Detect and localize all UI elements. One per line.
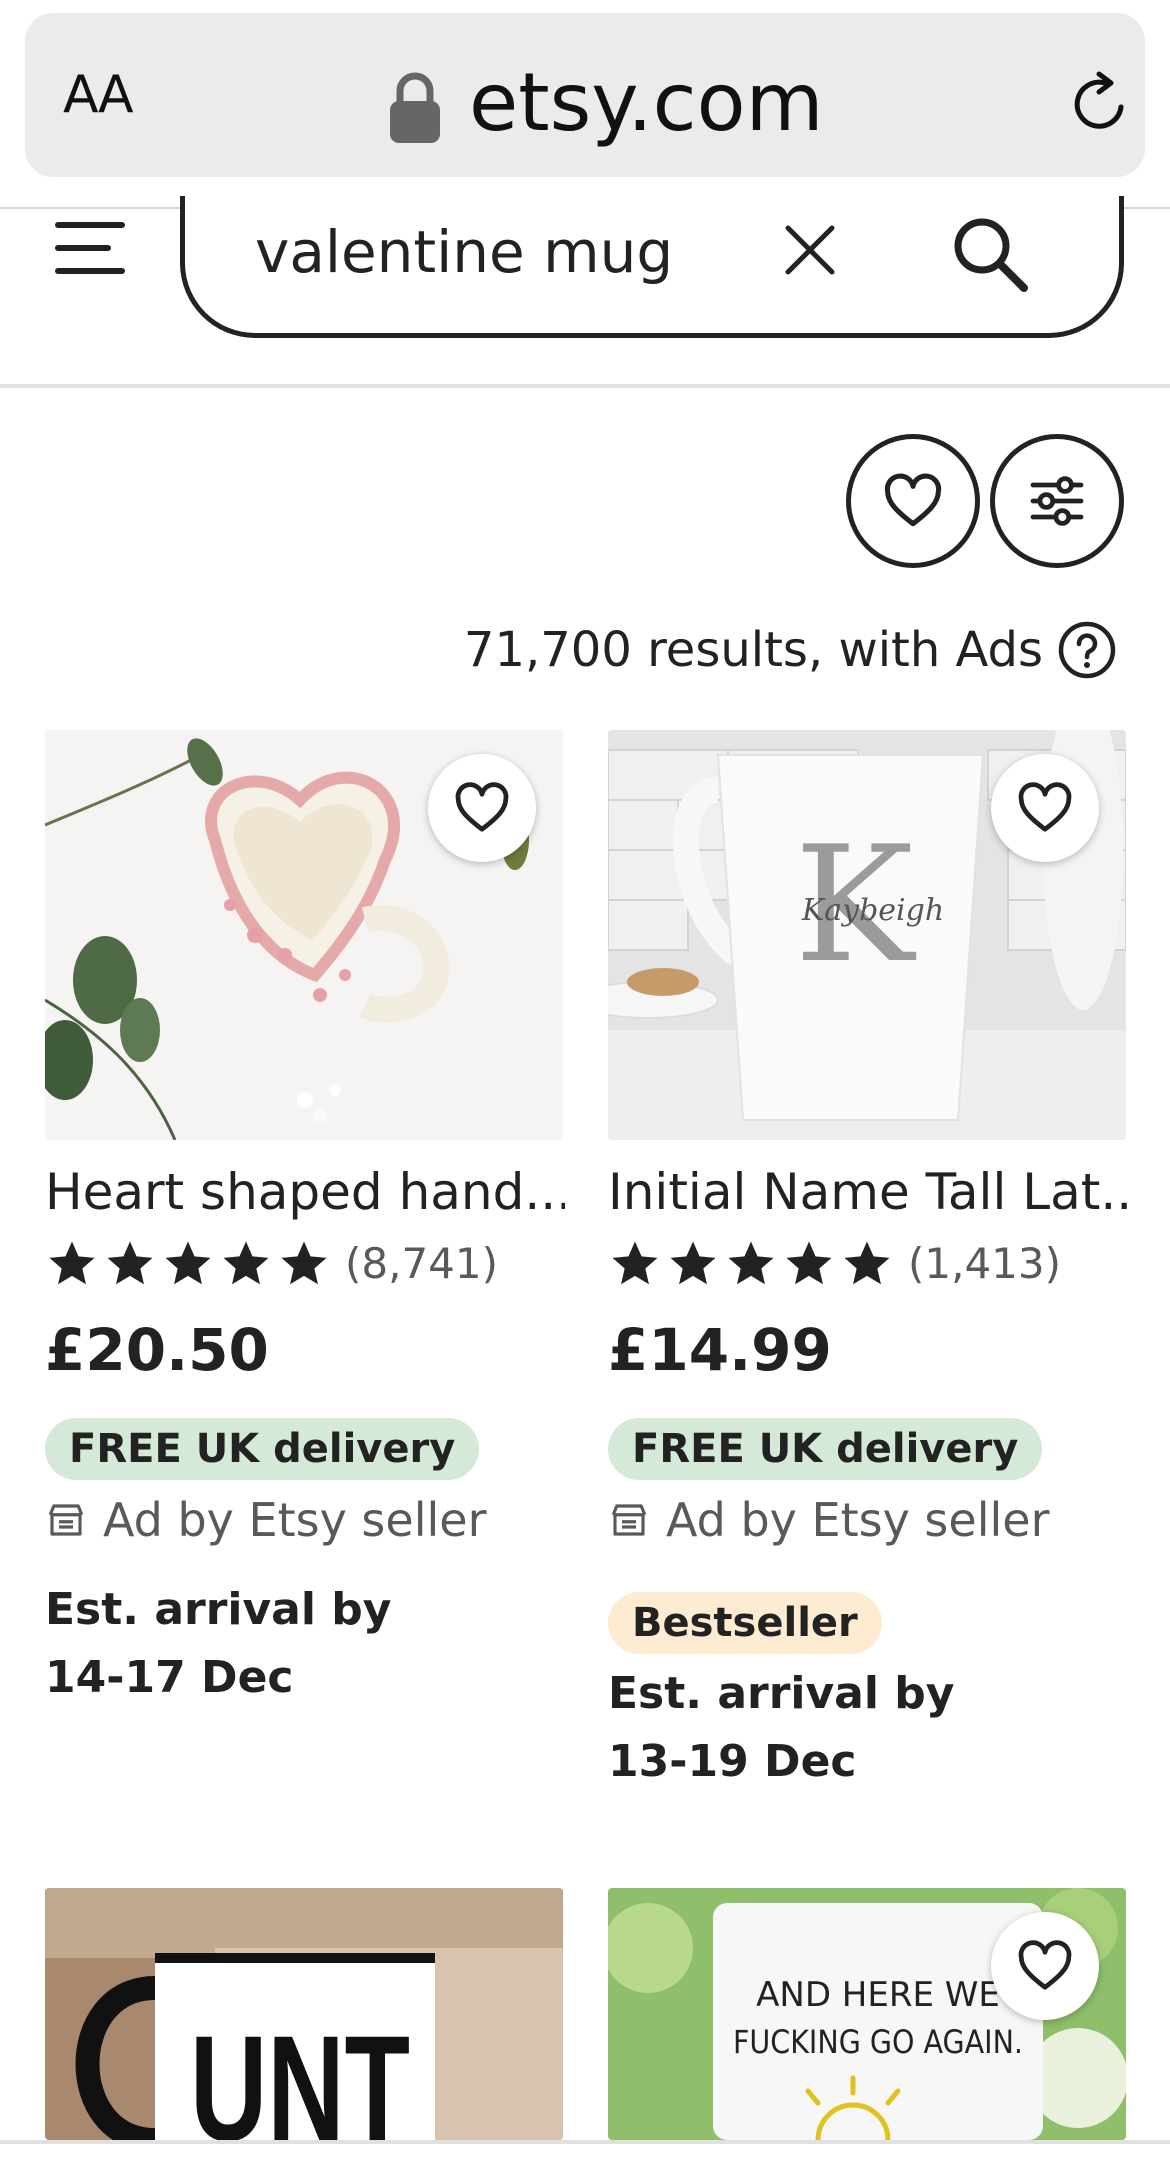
listing-title[interactable]: Heart shaped hand... (45, 1160, 565, 1224)
filter-icon (1030, 476, 1084, 526)
arrival-label: Est. arrival by (45, 1584, 392, 1635)
star-icon (786, 1241, 832, 1285)
rating: (1,413) (608, 1234, 1061, 1294)
browser-toolbar: AA etsy.com (0, 0, 1170, 209)
shop-icon (611, 1504, 647, 1536)
seller-text: Ad by Etsy seller (666, 1493, 1050, 1547)
hamburger-line (55, 222, 125, 228)
arrival-dates: 14-17 Dec (45, 1652, 294, 1703)
favorite-button[interactable] (428, 754, 536, 862)
estimated-arrival: Est. arrival by 13-19 Dec (608, 1660, 1128, 1796)
bottom-divider (0, 2140, 1170, 2144)
rating: (8,741) (45, 1234, 498, 1294)
lock-icon (390, 72, 440, 143)
listing-price: £20.50 (45, 1316, 269, 1384)
mug-name-text: Kaybeigh (801, 893, 944, 928)
listing-image[interactable]: UNT (45, 1888, 563, 2140)
results-summary: 71,700 results, with Ads (464, 616, 1117, 684)
star-icon (223, 1241, 269, 1285)
mug-slogan-line2: FUCKING GO AGAIN. (733, 2023, 1023, 2061)
star-icon (49, 1241, 95, 1285)
ad-seller-label: Ad by Etsy seller (45, 1488, 486, 1552)
star-rating (45, 1237, 331, 1291)
free-delivery-badge: FREE UK delivery (45, 1418, 480, 1480)
menu-button[interactable] (55, 222, 125, 274)
help-icon[interactable] (1057, 620, 1117, 680)
mug-print-text: UNT (190, 2004, 410, 2140)
listing-price: £14.99 (608, 1316, 832, 1384)
star-icon (165, 1241, 211, 1285)
results-count: 71,700 results, with Ads (463, 622, 1043, 678)
listing-image[interactable] (45, 730, 563, 1140)
star-icon (281, 1241, 327, 1285)
free-delivery-badge: FREE UK delivery (608, 1418, 1043, 1480)
star-icon (728, 1241, 774, 1285)
review-count: (1,413) (908, 1239, 1062, 1288)
heart-icon (1018, 782, 1072, 832)
shop-icon (48, 1504, 84, 1536)
heart-icon (455, 782, 509, 832)
star-icon (612, 1241, 658, 1285)
hamburger-line (55, 245, 111, 251)
filter-button[interactable] (990, 434, 1124, 568)
search-icon[interactable] (948, 212, 1032, 296)
reload-icon[interactable] (1065, 69, 1135, 139)
listing-image[interactable]: K Kaybeigh (608, 730, 1126, 1140)
header-divider (0, 384, 1170, 388)
heart-icon (884, 473, 942, 527)
hamburger-line (55, 268, 125, 274)
listing-title[interactable]: Initial Name Tall Lat... (608, 1160, 1128, 1224)
bestseller-badge: Bestseller (608, 1592, 882, 1654)
ad-seller-label: Ad by Etsy seller (608, 1488, 1049, 1552)
star-icon (670, 1241, 716, 1285)
url-bar[interactable]: AA etsy.com (25, 13, 1145, 177)
clear-search-icon[interactable] (780, 220, 840, 280)
seller-text: Ad by Etsy seller (103, 1493, 487, 1547)
save-search-button[interactable] (846, 434, 980, 568)
star-icon (844, 1241, 890, 1285)
favorite-button[interactable] (991, 754, 1099, 862)
arrival-dates: 13-19 Dec (608, 1736, 857, 1787)
mug-slogan-line1: AND HERE WE (756, 1975, 1000, 2015)
star-icon (107, 1241, 153, 1285)
star-rating (608, 1237, 894, 1291)
review-count: (8,741) (345, 1239, 499, 1288)
favorite-button[interactable] (991, 1912, 1099, 2020)
heart-icon (1018, 1940, 1072, 1990)
text-size-button[interactable]: AA (63, 65, 134, 125)
estimated-arrival: Est. arrival by 14-17 Dec (45, 1576, 565, 1712)
listing-image[interactable]: AND HERE WE FUCKING GO AGAIN. (608, 1888, 1126, 2140)
black-mug-photo: UNT (45, 1888, 563, 2140)
arrival-label: Est. arrival by (608, 1668, 955, 1719)
url-domain[interactable]: etsy.com (469, 55, 824, 151)
search-input[interactable]: valentine mug (255, 218, 673, 286)
